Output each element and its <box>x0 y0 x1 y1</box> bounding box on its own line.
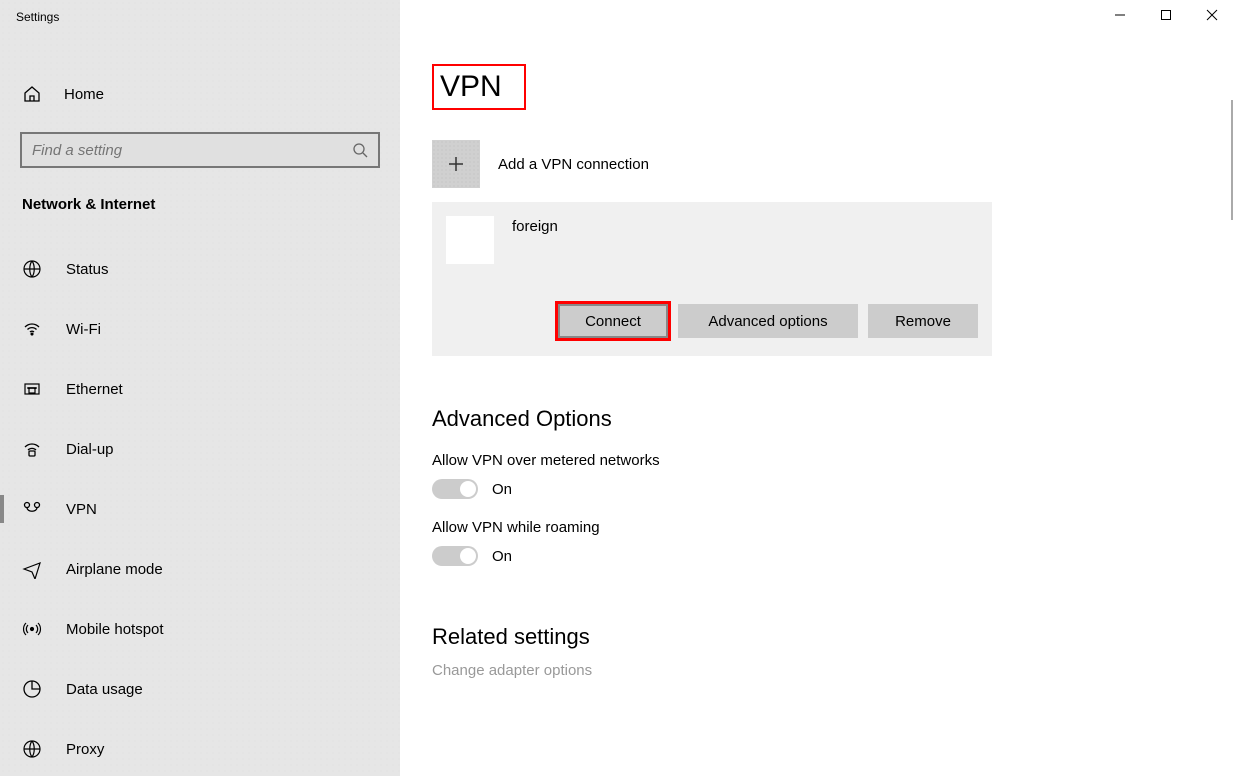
datausage-icon <box>22 679 42 699</box>
scrollbar[interactable] <box>1231 100 1233 220</box>
sidebar-item-airplane[interactable]: Airplane mode <box>0 539 400 599</box>
vpn-connection-card[interactable]: foreign Connect Advanced options Remove <box>432 202 992 356</box>
search-icon <box>352 142 368 158</box>
sidebar-item-label: Proxy <box>66 741 104 758</box>
page-title: VPN <box>432 64 526 110</box>
minimize-button[interactable] <box>1097 0 1143 30</box>
toggle-roaming: Allow VPN while roaming On <box>432 519 1235 566</box>
search-input-wrap[interactable] <box>20 132 380 168</box>
toggle-label: Allow VPN over metered networks <box>432 452 1235 469</box>
sidebar-item-wifi[interactable]: Wi-Fi <box>0 299 400 359</box>
home-label: Home <box>64 86 104 103</box>
remove-button[interactable]: Remove <box>868 304 978 338</box>
change-adapter-link[interactable]: Change adapter options <box>432 662 1235 679</box>
related-settings-heading: Related settings <box>432 624 1235 650</box>
advanced-options-heading: Advanced Options <box>432 406 1235 432</box>
sidebar-item-label: Wi-Fi <box>66 321 101 338</box>
sidebar-item-vpn[interactable]: VPN <box>0 479 400 539</box>
vpn-icon <box>22 499 42 519</box>
toggle-roaming-switch[interactable] <box>432 546 478 566</box>
home-icon <box>22 84 42 104</box>
toggle-label: Allow VPN while roaming <box>432 519 1235 536</box>
add-vpn-label: Add a VPN connection <box>498 156 649 173</box>
sidebar-item-label: Data usage <box>66 681 143 698</box>
app-title: Settings <box>0 0 400 24</box>
dialup-icon <box>22 439 42 459</box>
nav-list: Status Wi-Fi Ethernet <box>0 239 400 779</box>
sidebar-item-label: Ethernet <box>66 381 123 398</box>
sidebar-item-proxy[interactable]: Proxy <box>0 719 400 779</box>
sidebar-item-label: Mobile hotspot <box>66 621 164 638</box>
sidebar-item-status[interactable]: Status <box>0 239 400 299</box>
sidebar-item-label: Airplane mode <box>66 561 163 578</box>
toggle-state: On <box>492 481 512 498</box>
sidebar-item-datausage[interactable]: Data usage <box>0 659 400 719</box>
section-header: Network & Internet <box>0 168 400 227</box>
sidebar-item-dialup[interactable]: Dial-up <box>0 419 400 479</box>
close-button[interactable] <box>1189 0 1235 30</box>
toggle-metered-switch[interactable] <box>432 479 478 499</box>
vpn-connection-icon <box>446 216 494 264</box>
main-content: VPN Add a VPN connection foreign Connect… <box>400 0 1235 776</box>
sidebar-item-label: Dial-up <box>66 441 114 458</box>
hotspot-icon <box>22 619 42 639</box>
sidebar-item-ethernet[interactable]: Ethernet <box>0 359 400 419</box>
vpn-connection-name: foreign <box>512 216 558 235</box>
maximize-button[interactable] <box>1143 0 1189 30</box>
plus-icon <box>432 140 480 188</box>
status-icon <box>22 259 42 279</box>
add-vpn-button[interactable]: Add a VPN connection <box>432 140 1235 188</box>
sidebar: Settings Home Network & Internet <box>0 0 400 776</box>
connect-button[interactable]: Connect <box>558 304 668 338</box>
search-input[interactable] <box>32 142 352 159</box>
sidebar-item-label: VPN <box>66 501 97 518</box>
sidebar-item-label: Status <box>66 261 109 278</box>
sidebar-item-hotspot[interactable]: Mobile hotspot <box>0 599 400 659</box>
airplane-icon <box>22 559 42 579</box>
toggle-state: On <box>492 548 512 565</box>
titlebar <box>1097 0 1235 30</box>
proxy-icon <box>22 739 42 759</box>
toggle-metered: Allow VPN over metered networks On <box>432 452 1235 499</box>
home-button[interactable]: Home <box>0 68 400 120</box>
advanced-options-button[interactable]: Advanced options <box>678 304 858 338</box>
ethernet-icon <box>22 379 42 399</box>
wifi-icon <box>22 319 42 339</box>
